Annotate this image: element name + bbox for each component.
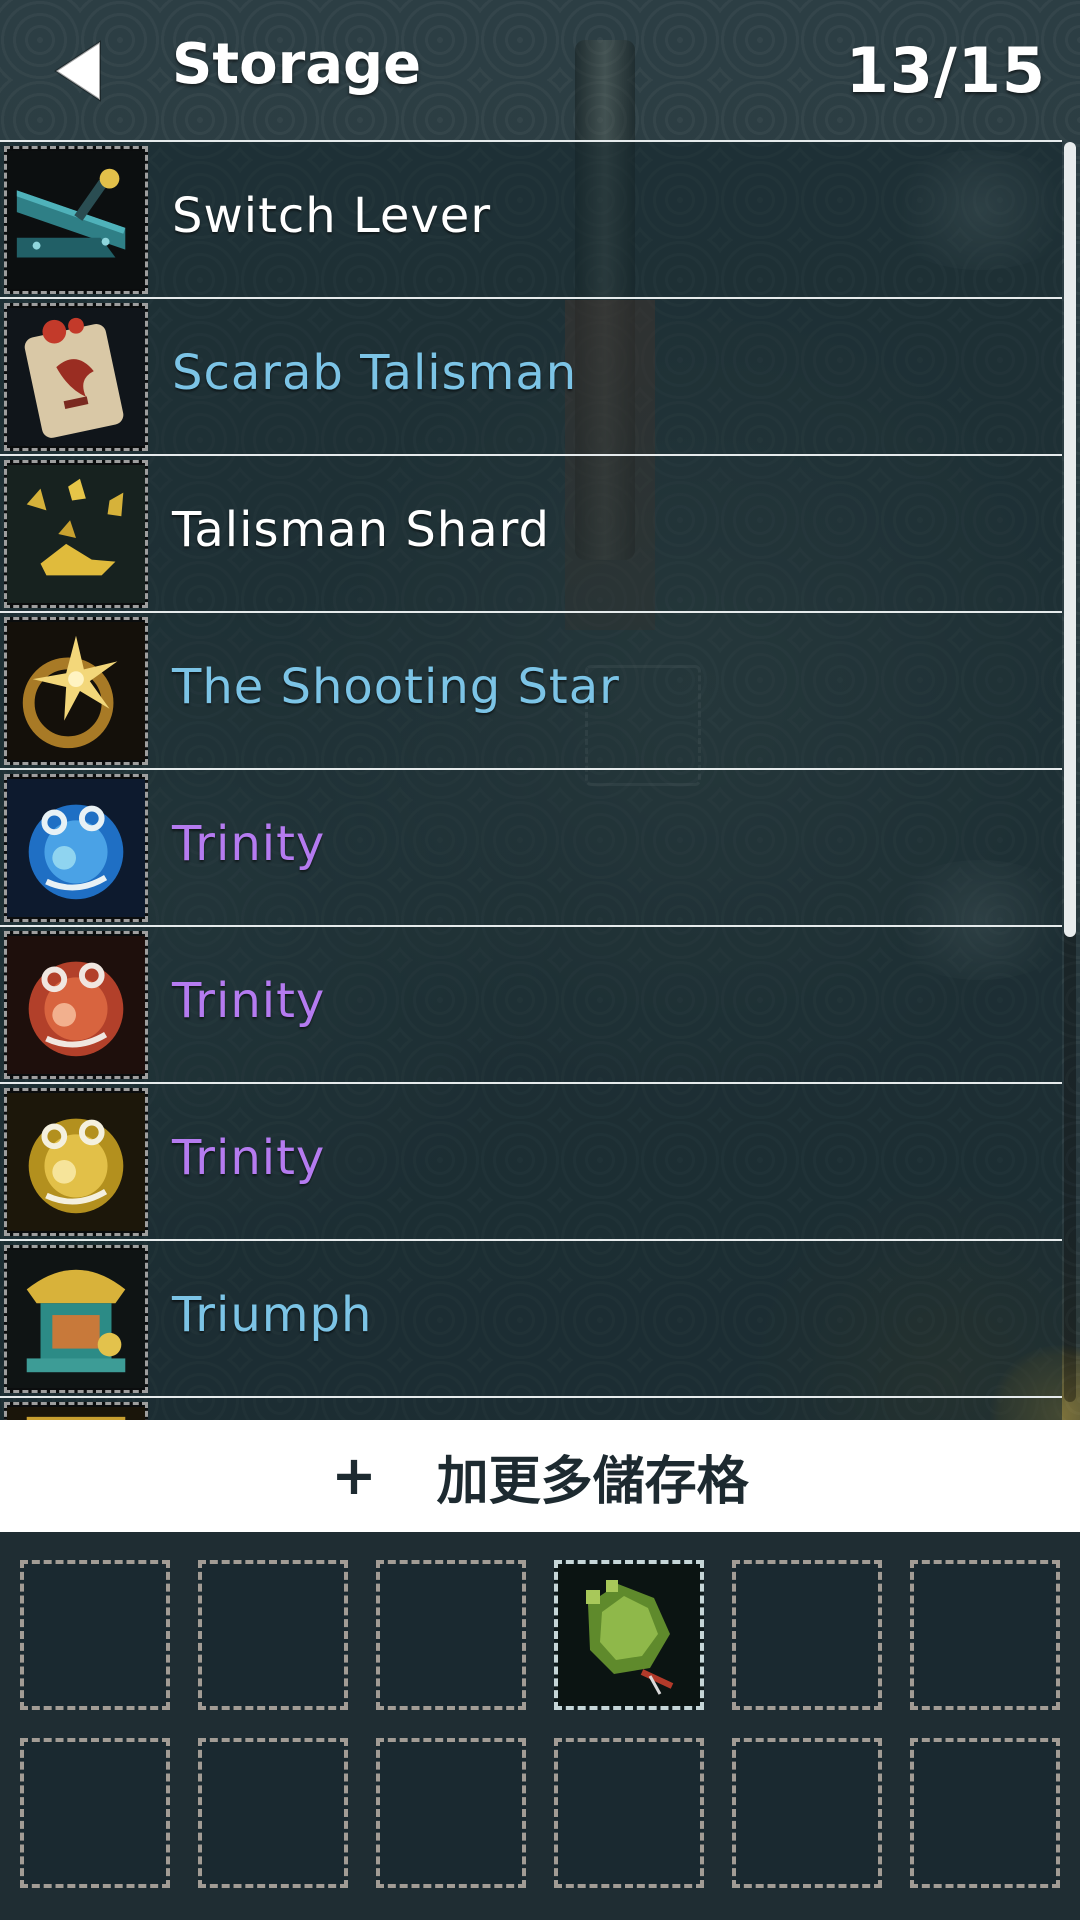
trinity-red-icon xyxy=(4,931,148,1079)
inventory-slot[interactable] xyxy=(20,1738,170,1888)
item-name: Trinity xyxy=(172,973,326,1029)
list-item[interactable]: Triumph xyxy=(0,1239,1062,1396)
page-title: Storage xyxy=(172,32,422,97)
triumph-icon xyxy=(4,1245,148,1393)
trinity-blue-icon xyxy=(4,774,148,922)
item-name: Trinity xyxy=(172,816,326,872)
inventory-slot[interactable] xyxy=(732,1560,882,1710)
scarab-talisman-icon xyxy=(4,303,148,451)
item-name: Triumph xyxy=(172,1287,373,1343)
inventory-slot[interactable] xyxy=(910,1738,1060,1888)
trinity-gold-icon xyxy=(4,1088,148,1236)
inventory-slot[interactable] xyxy=(732,1738,882,1888)
storage-item-list[interactable]: Switch Lever Scarab Talisman Talisman Sh… xyxy=(0,140,1062,1420)
shooting-star-icon xyxy=(4,617,148,765)
plus-icon: + xyxy=(331,1444,377,1507)
inventory-slot-filled[interactable] xyxy=(554,1560,704,1710)
list-item[interactable]: Switch Lever xyxy=(0,140,1062,297)
list-item[interactable]: Trinity xyxy=(0,925,1062,1082)
item-name: Trinity xyxy=(172,1130,326,1186)
back-button[interactable] xyxy=(48,36,118,106)
item-icon xyxy=(4,1402,148,1420)
list-item[interactable]: Trinity xyxy=(0,768,1062,925)
add-slots-label: 加更多儲存格 xyxy=(436,1451,749,1512)
green-gauntlet-icon xyxy=(558,1564,700,1706)
item-name: Talisman Shard xyxy=(172,502,550,558)
list-item[interactable]: Talisman Shard xyxy=(0,454,1062,611)
talisman-shard-icon xyxy=(4,460,148,608)
list-item[interactable]: Scarab Talisman xyxy=(0,297,1062,454)
list-scrollbar[interactable] xyxy=(1064,142,1076,1402)
list-item-partial[interactable] xyxy=(0,1396,1062,1420)
switch-lever-icon xyxy=(4,146,148,294)
item-name: Switch Lever xyxy=(172,188,492,244)
inventory-slot[interactable] xyxy=(376,1738,526,1888)
storage-count: 13/15 xyxy=(845,34,1046,107)
item-name: Scarab Talisman xyxy=(172,345,578,401)
back-arrow-icon xyxy=(54,40,101,102)
inventory-slot[interactable] xyxy=(198,1738,348,1888)
add-more-slots-button[interactable]: + 加更多儲存格 xyxy=(0,1420,1080,1532)
inventory-slot[interactable] xyxy=(554,1738,704,1888)
inventory-slot[interactable] xyxy=(376,1560,526,1710)
item-name: The Shooting Star xyxy=(172,659,620,715)
list-item[interactable]: Trinity xyxy=(0,1082,1062,1239)
inventory-slot[interactable] xyxy=(910,1560,1060,1710)
inventory-slot[interactable] xyxy=(198,1560,348,1710)
scrollbar-thumb[interactable] xyxy=(1064,142,1076,937)
storage-header: Storage 13/15 xyxy=(0,0,1080,140)
list-item[interactable]: The Shooting Star xyxy=(0,611,1062,768)
inventory-slots-grid xyxy=(0,1532,1080,1920)
inventory-slot[interactable] xyxy=(20,1560,170,1710)
